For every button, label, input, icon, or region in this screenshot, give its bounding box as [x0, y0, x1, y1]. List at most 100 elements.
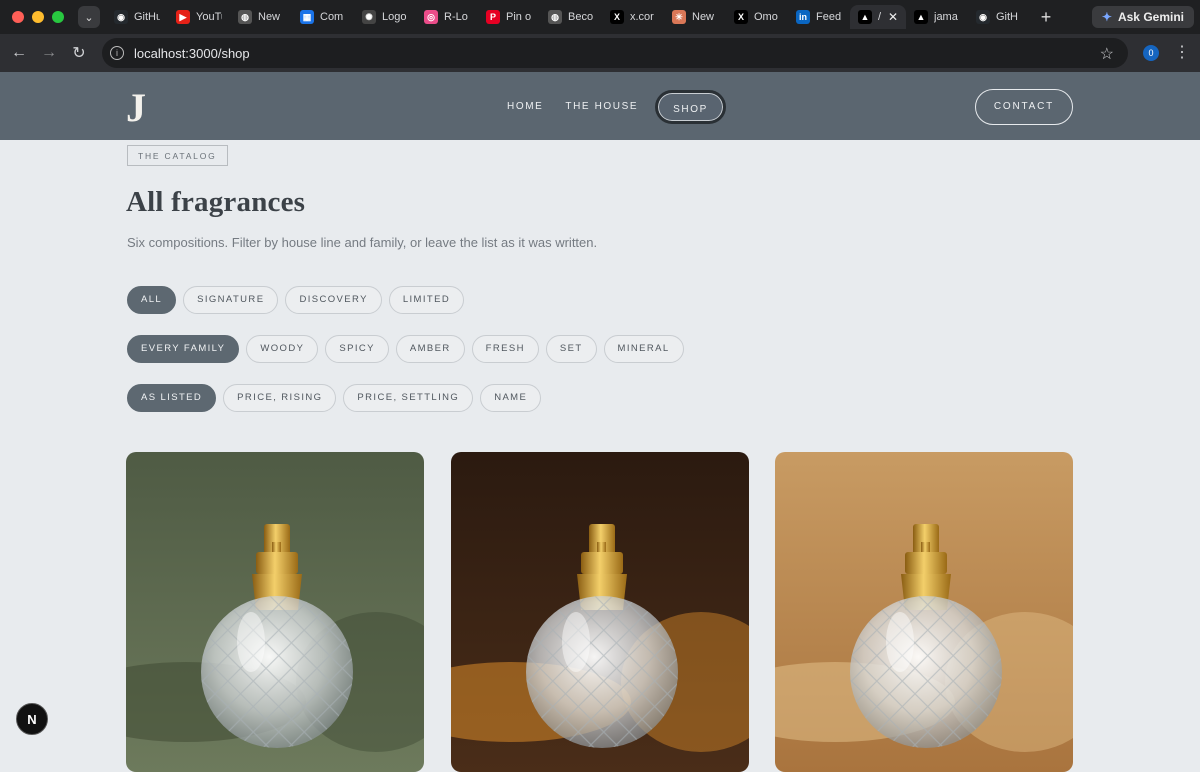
site-info-icon[interactable]: i [110, 46, 124, 60]
forward-button[interactable]: → [34, 44, 64, 62]
openai-icon: ✺ [362, 10, 376, 24]
claude-icon: ✳ [672, 10, 686, 24]
chevron-down-icon: ⌄ [84, 11, 94, 24]
family-filter-chip[interactable]: EVERY FAMILY [127, 335, 240, 363]
bookmark-star-icon[interactable]: ☆ [1100, 44, 1114, 64]
tab-title: New [258, 11, 281, 23]
new-tab-button[interactable]: + [1034, 7, 1058, 28]
family-filter-chip[interactable]: SET [545, 335, 597, 363]
toolbar: ← → ↻ i localhost:3000/shop ☆ [0, 34, 1200, 72]
family-filter-chip[interactable]: WOODY [246, 335, 319, 363]
product-card[interactable] [451, 452, 749, 772]
tab-title: R-Lo [444, 11, 468, 23]
browser-tab[interactable]: ✺ Logo [354, 5, 416, 29]
tab-title: x.cor [630, 11, 654, 23]
tab-title: New [692, 11, 715, 23]
tab-title: Com [320, 11, 344, 23]
sort-filter-chip[interactable]: AS LISTED [127, 384, 217, 412]
sort-filter-chip[interactable]: NAME [480, 384, 542, 412]
main-nav: HOME THE HOUSE SHOP [496, 90, 726, 124]
tab-title: GitH [996, 11, 1018, 23]
browser-tab[interactable]: ◎ R-Lo [416, 5, 478, 29]
tab-search-button[interactable]: ⌄ [78, 6, 100, 28]
vercel-icon: ▲ [858, 10, 872, 24]
x-icon: X [610, 10, 624, 24]
reload-button[interactable]: ↻ [64, 43, 94, 63]
browser-tab[interactable]: ◉ GitH [968, 5, 1030, 29]
close-window-button[interactable] [12, 11, 24, 23]
close-tab-icon[interactable]: ✕ [888, 10, 898, 24]
minimize-window-button[interactable] [32, 11, 44, 23]
line-filter-chip[interactable]: ALL [127, 286, 177, 314]
tab-strip: ⌄ ◉ GitHub ▶ YouTube ◍ New ▦ Com ✺ Logo ◎ R-Lo P Pin … [0, 0, 1200, 34]
vercel-icon: ▲ [914, 10, 928, 24]
window-controls [12, 11, 64, 23]
page-title: All fragrances [126, 186, 306, 218]
tab-title: YouTube [196, 11, 222, 23]
line-filter-chip[interactable]: SIGNATURE [183, 286, 279, 314]
family-filter-chip[interactable]: FRESH [471, 335, 539, 363]
browser-tab[interactable]: Xx.cor [602, 5, 664, 29]
sort-filter-chip[interactable]: PRICE, SETTLING [343, 384, 474, 412]
browser-menu-icon[interactable]: ⋮ [1174, 42, 1190, 62]
browser-tab[interactable]: X Omo [726, 5, 788, 29]
tabs: ◉ GitHub ▶ YouTube ◍ New ▦ Com ✺ Logo ◎ R-Lo P Pin o ◍… [106, 5, 1030, 29]
product-image [126, 452, 424, 772]
tab-title: Omo [754, 11, 778, 23]
line-filter-chip[interactable]: DISCOVERY [285, 286, 382, 314]
brand-logo[interactable]: J [126, 88, 146, 128]
family-filter-chip[interactable]: SPICY [325, 335, 389, 363]
x-icon: X [734, 10, 748, 24]
family-filter-chip[interactable]: MINERAL [603, 335, 684, 363]
family-filter-chip[interactable]: AMBER [395, 335, 465, 363]
url-text: localhost:3000/shop [134, 45, 250, 61]
tab-title: Beco [568, 11, 594, 23]
browser-tab[interactable]: ▶ YouTube [168, 5, 230, 29]
github-icon: ◉ [114, 10, 128, 24]
zoom-window-button[interactable] [52, 11, 64, 23]
linkedin-icon: in [796, 10, 810, 24]
browser-tab[interactable]: ▦ Com [292, 5, 354, 29]
back-button[interactable]: ← [4, 44, 34, 62]
line-filter-chip[interactable]: LIMITED [388, 286, 465, 314]
browser-tab[interactable]: ◉ GitHub [106, 5, 168, 29]
family-filter-group: EVERY FAMILY WOODY SPICY AMBER FRESH SET MINER… [127, 335, 684, 363]
browser-chrome: ⌄ ◉ GitHub ▶ YouTube ◍ New ▦ Com ✺ Logo ◎ R-Lo P Pin … [0, 0, 1200, 72]
line-filter-group: ALL SIGNATURE DISCOVERY LIMITED [127, 286, 465, 314]
sort-filter-chip[interactable]: PRICE, RISING [223, 384, 337, 412]
browser-tab[interactable]: ▲ jama [906, 5, 968, 29]
contact-button[interactable]: CONTACT [975, 89, 1073, 125]
product-card[interactable] [126, 452, 424, 772]
browser-tab[interactable]: ◍ New [230, 5, 292, 29]
extension-badge[interactable]: 0 [1143, 45, 1159, 61]
nav-the-house[interactable]: THE HOUSE [554, 90, 649, 124]
tab-title: Logo [382, 11, 407, 23]
dribbble-icon: ◎ [424, 10, 438, 24]
page-lede: Six compositions. Filter by house line a… [127, 235, 598, 250]
github-icon: ◉ [976, 10, 990, 24]
nav-home[interactable]: HOME [496, 90, 554, 124]
globe-icon: ◍ [548, 10, 562, 24]
pinterest-icon: P [486, 10, 500, 24]
product-image [451, 452, 749, 772]
tab-title: jama [934, 11, 958, 23]
sort-filter-group: AS LISTED PRICE, RISING PRICE, SETTLING NAM… [127, 384, 542, 412]
youtube-icon: ▶ [176, 10, 190, 24]
browser-tab[interactable]: in Feed [788, 5, 850, 29]
product-image [775, 452, 1073, 772]
ask-gemini-button[interactable]: ✦ Ask Gemini [1091, 6, 1194, 28]
grid-icon: ▦ [300, 10, 314, 24]
browser-tab[interactable]: P Pin o [478, 5, 540, 29]
tab-title: Feed [816, 11, 842, 23]
tab-title: GitHub [134, 11, 160, 23]
catalog-eyebrow: THE CATALOG [127, 145, 228, 166]
tab-title: / [878, 11, 882, 23]
product-card[interactable] [775, 452, 1073, 772]
browser-tab[interactable]: ◍ Beco [540, 5, 602, 29]
globe-icon: ◍ [238, 10, 252, 24]
browser-tab[interactable]: ✳ New [664, 5, 726, 29]
browser-tab[interactable]: ▲ / ✕ [850, 5, 906, 29]
nav-shop[interactable]: SHOP [655, 90, 726, 124]
nextjs-dev-badge[interactable]: N [16, 703, 48, 735]
address-bar[interactable]: i localhost:3000/shop ☆ [102, 38, 1128, 68]
